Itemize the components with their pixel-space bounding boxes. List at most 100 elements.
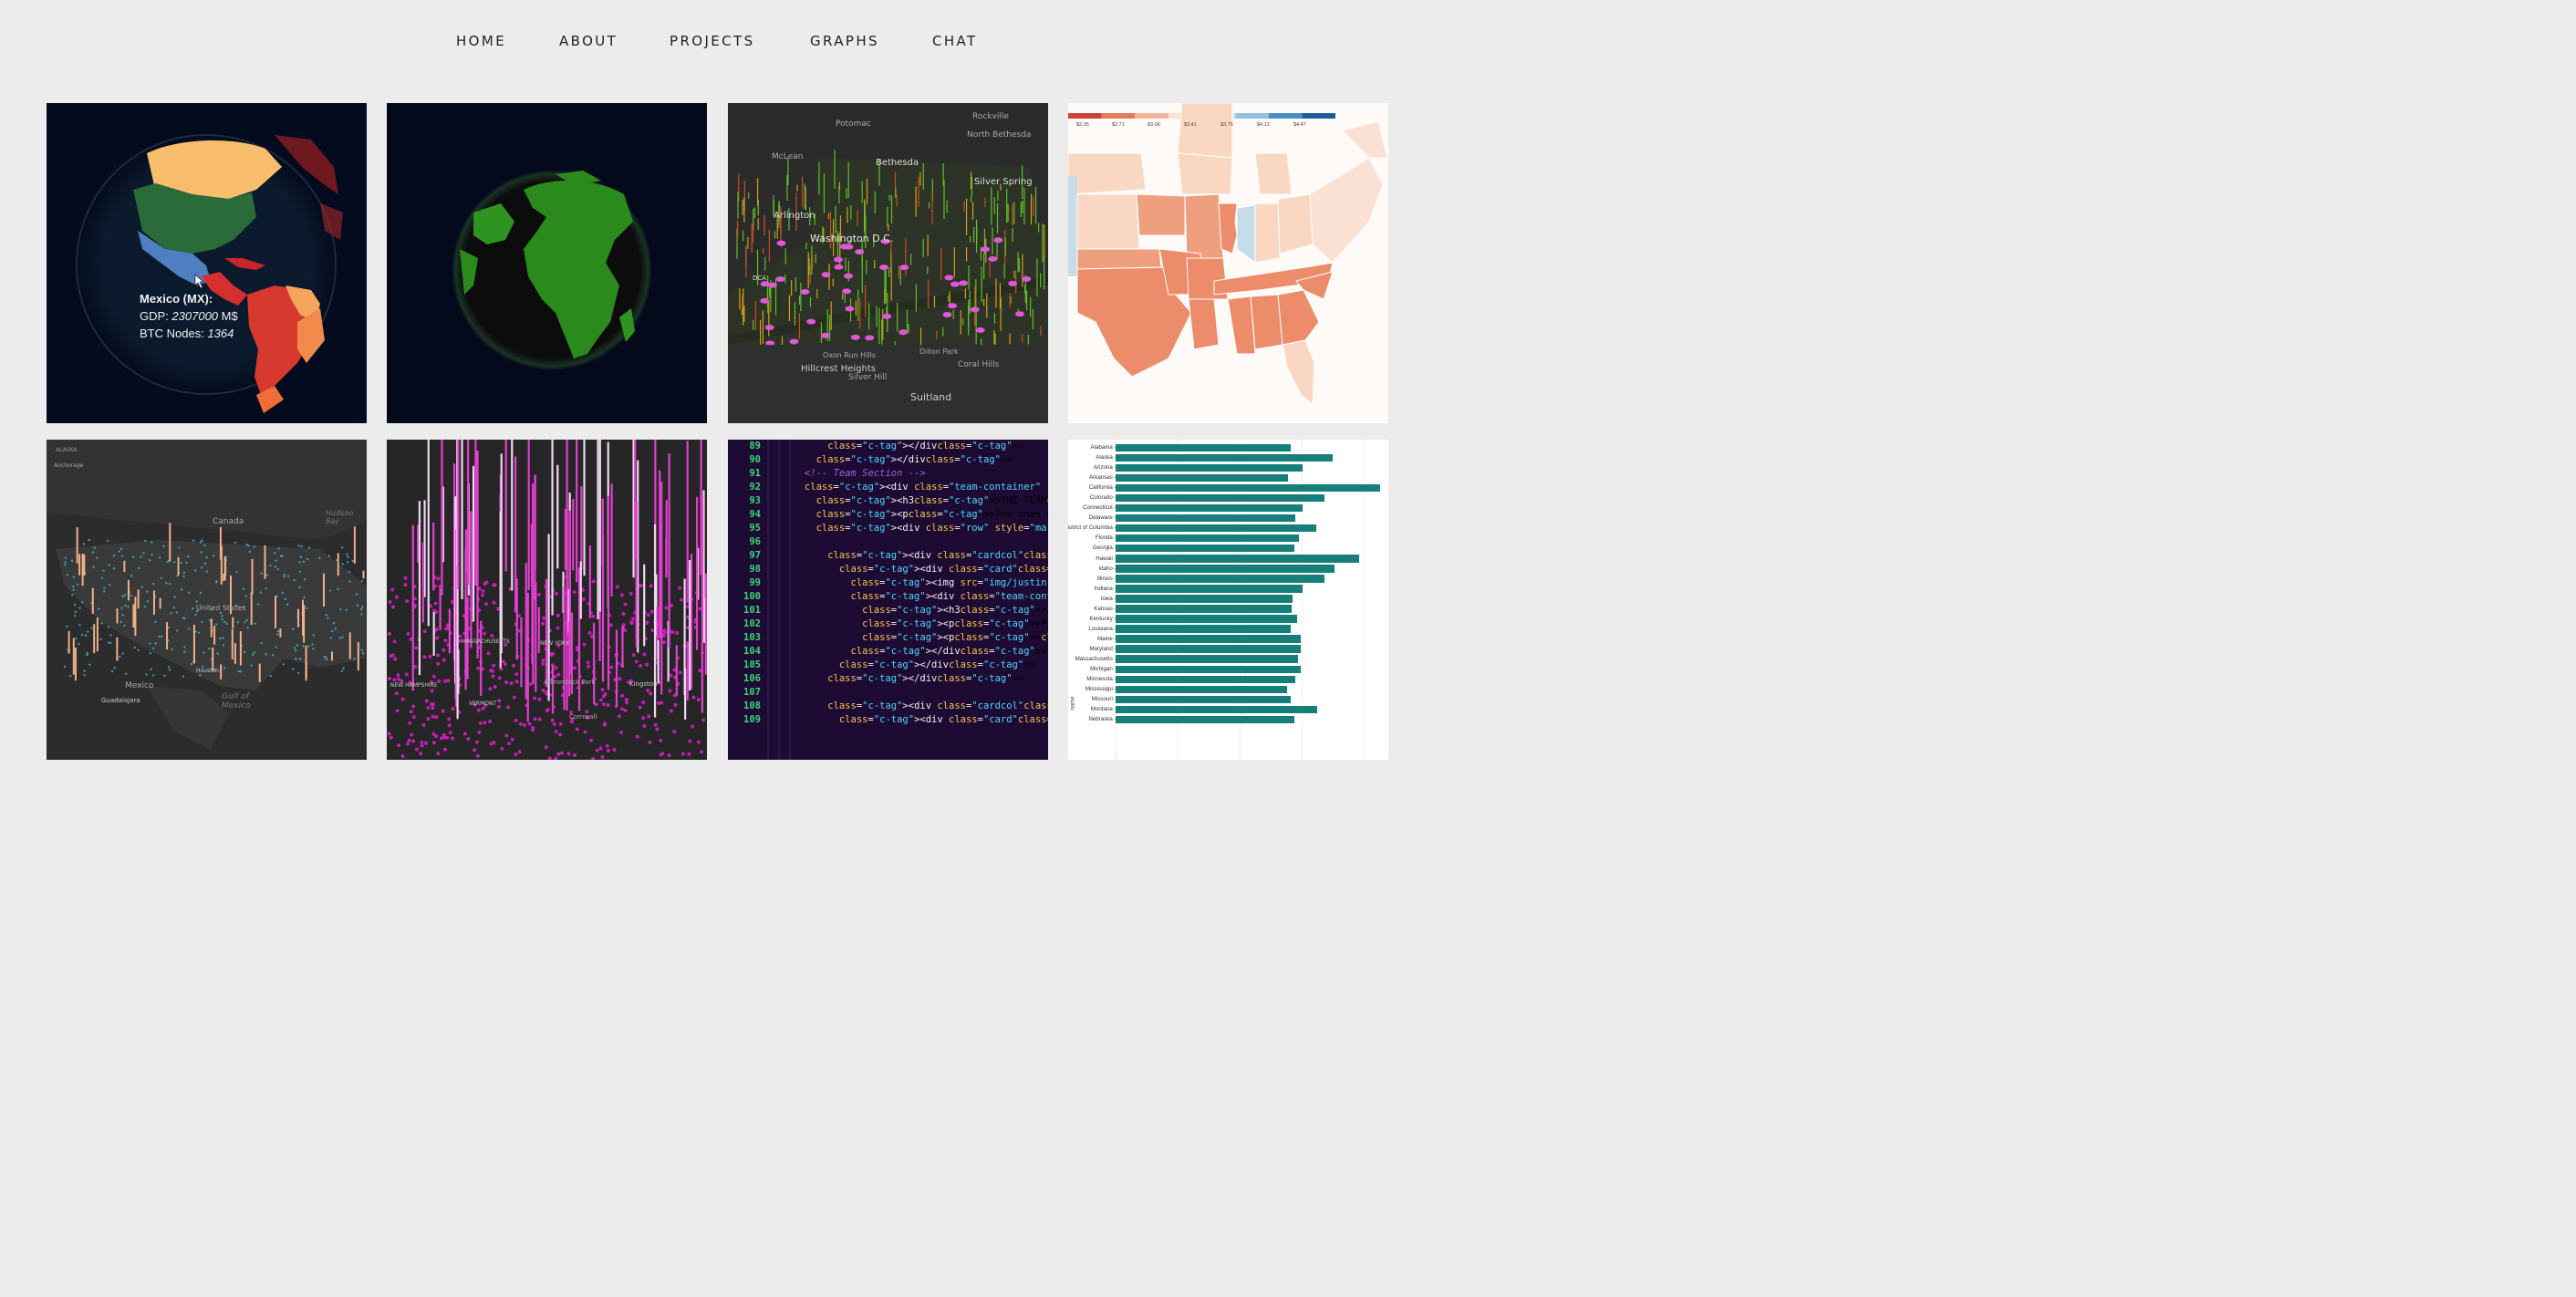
bar[interactable] [1116, 443, 1292, 451]
density-dot [397, 743, 401, 748]
bar[interactable] [1116, 565, 1335, 573]
density-dot [396, 673, 400, 678]
bar[interactable] [1116, 625, 1292, 633]
bar-label: Arkansas – [1089, 474, 1117, 482]
map-label: Bethesda [876, 158, 919, 168]
bar[interactable] [1116, 705, 1318, 714]
density-dot [276, 633, 279, 636]
density-dot [411, 715, 416, 720]
density-dot [221, 617, 223, 621]
northeast-spike-map-tile[interactable]: NEW YORK VERMONT NEW HAMPSHIRE Adirondac… [387, 440, 707, 760]
globe-africa-tile[interactable] [387, 103, 707, 423]
bar[interactable] [1116, 695, 1292, 704]
bar[interactable] [1116, 635, 1301, 643]
density-dot [623, 602, 628, 607]
point-marker [842, 288, 852, 295]
density-dot [517, 750, 522, 754]
nav-home[interactable]: HOME [456, 33, 506, 49]
density-dot [531, 725, 535, 730]
density-dot [86, 653, 88, 657]
density-dot [265, 653, 267, 656]
density-dot [239, 670, 243, 673]
bar[interactable] [1116, 585, 1303, 593]
nav-about[interactable]: ABOUT [559, 33, 618, 49]
density-dot [152, 674, 155, 677]
legend-swatch [1235, 113, 1269, 119]
bar[interactable] [1116, 483, 1380, 493]
bar[interactable] [1116, 544, 1294, 553]
bar-row: Illinois – [1068, 574, 1388, 584]
bar[interactable] [1116, 595, 1293, 603]
bar[interactable] [1116, 615, 1298, 623]
density-dot [218, 637, 222, 640]
bar-row: Michigan – [1068, 664, 1388, 674]
bar[interactable] [1116, 534, 1299, 543]
nav-projects[interactable]: PROJECTS [670, 33, 755, 49]
point-marker [821, 272, 831, 278]
density-dot [387, 732, 391, 736]
bar[interactable] [1116, 645, 1301, 653]
bar-label: Mississippi – [1085, 686, 1117, 693]
bar[interactable] [1116, 514, 1295, 523]
point-marker [844, 273, 854, 279]
bar[interactable] [1116, 524, 1317, 533]
density-dot [245, 543, 248, 546]
bar[interactable] [1116, 665, 1301, 674]
density-dot [356, 604, 359, 607]
bar[interactable] [1116, 493, 1325, 503]
bar[interactable] [1116, 503, 1303, 513]
density-dot [347, 555, 349, 558]
density-dot [392, 639, 397, 644]
point-marker [845, 306, 855, 312]
density-dot [293, 578, 296, 582]
us-choropleth-tile[interactable]: $2.35 $2.71 $3.06 $3.41 $3.76 $4.12 $4.4… [1068, 103, 1388, 423]
dc-density-map-tile[interactable]: Potomac Rockville Bethesda North Bethesd… [728, 103, 1048, 423]
code-text: class="c-tag"><div class="row" style="ma… [815, 523, 1048, 534]
bar[interactable] [1116, 463, 1303, 472]
density-dot [642, 723, 647, 728]
bar-chart-tile[interactable]: name Alabama – Alaska – Arizona – Arkansas … [1068, 440, 1388, 760]
density-dot [669, 673, 673, 678]
density-dot [298, 570, 302, 574]
density-dot [173, 560, 176, 564]
density-dot [90, 627, 93, 629]
bar[interactable] [1116, 655, 1298, 663]
bar[interactable] [1116, 473, 1288, 482]
density-dot [69, 674, 72, 678]
density-dot [691, 724, 695, 729]
density-dot [243, 650, 246, 654]
bar-row: Montana – [1068, 704, 1388, 714]
density-dot [151, 582, 155, 586]
density-dot [203, 544, 206, 547]
tooltip-gdp-unit: M$ [221, 309, 238, 323]
density-dot [509, 681, 514, 686]
density-dot [103, 590, 106, 593]
point-marker [882, 313, 892, 319]
density-dot [339, 607, 342, 611]
nav-chat[interactable]: CHAT [932, 33, 978, 49]
globe-gdp-tile[interactable]: Mexico (MX): GDP: 2307000 M$ BTC Nodes: … [47, 103, 367, 423]
density-dot [312, 648, 315, 650]
line-number: 108 [743, 700, 761, 711]
point-marker [850, 334, 860, 340]
density-dot [277, 547, 280, 550]
tooltip-gdp-value: 2307000 [171, 309, 219, 323]
density-dot [688, 739, 692, 743]
bar-row: Indiana – [1068, 584, 1388, 594]
bar[interactable] [1116, 715, 1294, 724]
code-line: 102 class="c-tag"><pclass="c-tag">>Presi… [728, 617, 1048, 631]
line-number: 95 [749, 523, 761, 534]
density-dot [133, 646, 136, 649]
bar[interactable] [1116, 575, 1324, 583]
bar[interactable] [1116, 555, 1359, 563]
bar[interactable] [1116, 685, 1287, 694]
density-dot [84, 634, 88, 638]
code-editor-tile[interactable]: 89 class="c-tag"></divclass="c-tag">> 90 … [728, 440, 1048, 760]
density-dot [245, 618, 248, 622]
bar[interactable] [1116, 453, 1334, 462]
bar[interactable] [1116, 605, 1293, 613]
map-label: Hudson Bay [326, 509, 354, 525]
nav-graphs[interactable]: GRAPHS [810, 33, 879, 49]
bar[interactable] [1116, 675, 1295, 684]
north-america-spike-map-tile[interactable]: ALASKA Anchorage Canada Hudson Bay Unite… [47, 440, 367, 760]
